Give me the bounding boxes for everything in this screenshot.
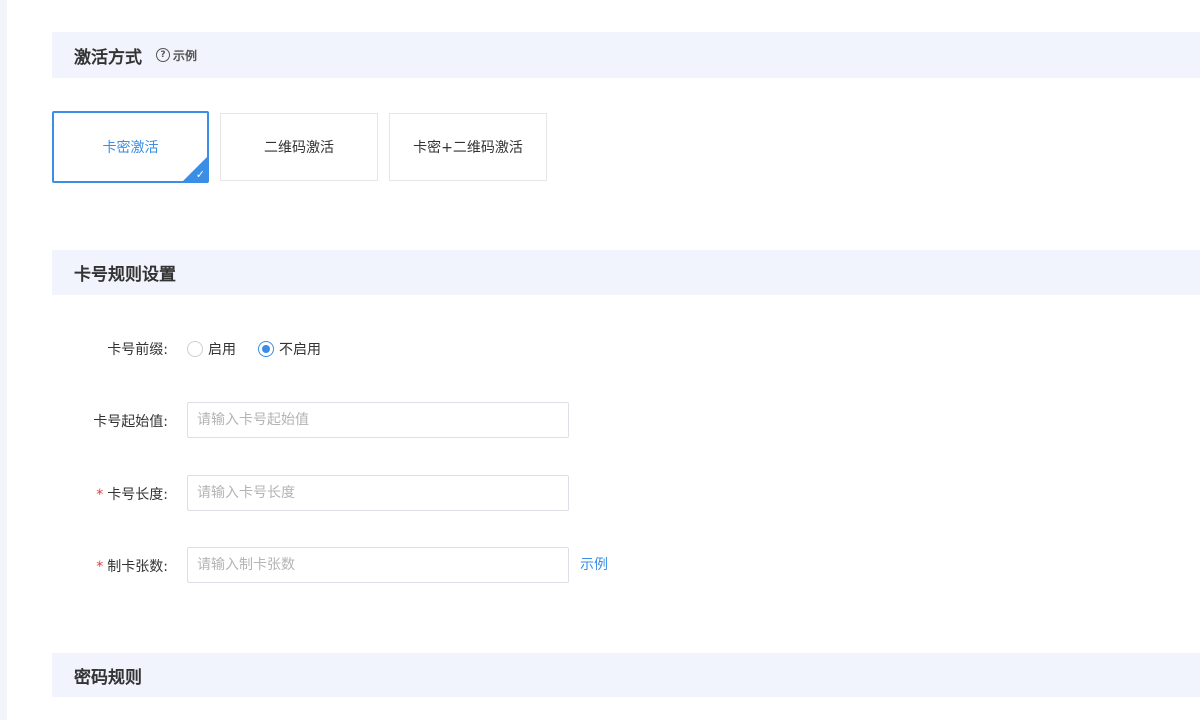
required-mark: *	[96, 559, 104, 575]
length-input[interactable]	[187, 475, 569, 511]
page: 激活方式 ? 示例 卡密激活 ✓ 二维码激活 卡密+二维码激活 卡号规则设置 卡…	[0, 0, 1200, 720]
check-icon: ✓	[195, 168, 205, 181]
prefix-radio-disable[interactable]: 不启用	[258, 339, 321, 359]
prefix-radio-enable[interactable]: 启用	[187, 339, 236, 359]
length-label-row: * 卡号长度:	[60, 484, 168, 504]
length-label: 卡号长度:	[107, 487, 168, 503]
radio-label: 启用	[208, 342, 236, 358]
activation-option-key-qrcode[interactable]: 卡密+二维码激活	[389, 113, 547, 181]
activation-help[interactable]: ? 示例	[156, 47, 197, 64]
activation-option-label: 卡密激活	[102, 140, 159, 156]
start-value-label: 卡号起始值:	[93, 414, 168, 430]
count-input[interactable]	[187, 547, 569, 583]
password-section-title: 密码规则	[74, 667, 142, 688]
count-example-link[interactable]: 示例	[580, 554, 608, 574]
activation-section-header: 激活方式 ? 示例	[52, 32, 1200, 78]
card-rule-section-title: 卡号规则设置	[74, 265, 176, 285]
activation-section-title: 激活方式	[74, 47, 142, 68]
activation-option-label: 二维码激活	[264, 140, 334, 156]
activation-option-card-key[interactable]: 卡密激活 ✓	[52, 111, 209, 183]
left-edge-strip	[0, 0, 7, 720]
activation-option-label: 卡密+二维码激活	[413, 140, 523, 156]
password-section-header: 密码规则	[52, 653, 1200, 697]
prefix-radio-group: 启用 不启用	[187, 339, 343, 359]
activation-help-label: 示例	[173, 48, 198, 63]
prefix-label: 卡号前缀:	[107, 342, 168, 358]
radio-label: 不启用	[279, 342, 321, 358]
radio-circle	[187, 341, 203, 357]
required-mark: *	[96, 487, 104, 503]
count-label: 制卡张数:	[107, 559, 168, 575]
radio-circle-checked	[258, 341, 274, 357]
question-circle-icon: ?	[156, 48, 170, 62]
count-label-row: * 制卡张数:	[60, 556, 168, 576]
card-rule-section-header: 卡号规则设置	[52, 250, 1200, 295]
activation-option-qrcode[interactable]: 二维码激活	[220, 113, 378, 181]
start-value-input[interactable]	[187, 402, 569, 438]
